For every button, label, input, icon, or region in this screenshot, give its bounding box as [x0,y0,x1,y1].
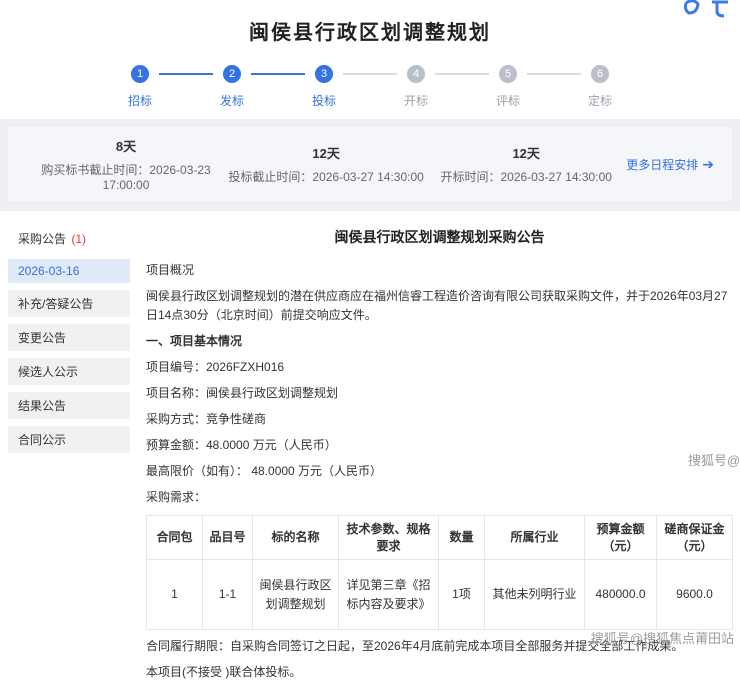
step-tender-circle: 1 [131,65,149,83]
step-issue-label: 发标 [220,92,244,109]
sidebar-item-label: 2026-03-16 [18,264,79,278]
step-opening[interactable]: 4 开标 [397,65,435,109]
bid-deadline-label: 投标截止时间： [228,170,312,184]
cell-item-number: 1-1 [203,560,253,630]
step-tender-label: 招标 [128,92,152,109]
sidebar-item-label: 合同公示 [18,433,66,447]
step-bid[interactable]: 3 投标 [305,65,343,109]
step-connector [159,73,213,75]
step-opening-label: 开标 [404,92,428,109]
step-connector [251,73,305,75]
cell-contract-package: 1 [147,560,203,630]
sidebar-item-candidate-publicity[interactable]: 候选人公示 [8,358,130,385]
cell-quantity: 1项 [439,560,485,630]
col-item-number: 品目号 [203,516,253,560]
field-project-number: 项目编号：2026FZXH016 [146,358,733,377]
table-header-row: 合同包 品目号 标的名称 技术参数、规格要求 数量 所属行业 预算金额 （元） … [147,516,733,560]
watermark-mid: 搜狐号@搜狐焦点莆田站 [688,450,740,469]
step-connector [343,73,397,75]
opening-days-remaining: 12天 [426,143,626,162]
step-evaluation-circle: 5 [499,65,517,83]
cell-tech-specs: 详见第三章《招标内容及要求》 [339,560,439,630]
cell-budget-yuan: 480000.0 [585,560,657,630]
col-tech-specs: 技术参数、规格要求 [339,516,439,560]
step-connector [435,73,489,75]
main-area: 采购公告 (1) 2026-03-16 补充/答疑公告 变更公告 候选人公示 结… [0,211,740,689]
col-budget-yuan: 预算金额 （元） [585,516,657,560]
more-schedule-label: 更多日程安排 [626,156,698,173]
col-subject-name: 标的名称 [253,516,339,560]
col-quantity: 数量 [439,516,485,560]
procurement-table: 合同包 品目号 标的名称 技术参数、规格要求 数量 所属行业 预算金额 （元） … [146,515,733,630]
sidebar-item-label: 候选人公示 [18,365,78,379]
step-evaluation-label: 评标 [496,92,520,109]
col-deposit-yuan: 磋商保证金 （元） [657,516,733,560]
sidebar-item-announcement-date[interactable]: 2026-03-16 [8,259,130,283]
field-project-name: 项目名称：闽侯县行政区划调整规划 [146,384,733,403]
sidebar-item-label: 变更公告 [18,331,66,345]
sidebar-item-label: 采购公告 [18,232,66,246]
sidebar-item-result-announcement[interactable]: 结果公告 [8,392,130,419]
overview-heading: 项目概况 [146,261,733,280]
field-procurement-demand: 采购需求： [146,488,733,507]
progress-stepper: 1 招标 2 发标 3 投标 4 开标 5 评标 6 定标 [0,45,740,119]
sidebar-item-procurement-announcement[interactable]: 采购公告 (1) [8,225,130,252]
step-opening-circle: 4 [407,65,425,83]
opening-time-text: 开标时间：2026-03-27 14:30:00 [426,168,626,185]
step-evaluation[interactable]: 5 评标 [489,65,527,109]
sidebar-item-label: 结果公告 [18,399,66,413]
bid-deadline-text: 投标截止时间：2026-03-27 14:30:00 [226,168,426,185]
cell-deposit-yuan: 9600.0 [657,560,733,630]
opening-time-value: 2026-03-27 14:30:00 [500,170,611,184]
sidebar-item-supplement-qa[interactable]: 补充/答疑公告 [8,290,130,317]
step-connector [527,73,581,75]
sidebar-item-change-announcement[interactable]: 变更公告 [8,324,130,351]
sidebar-item-label: 补充/答疑公告 [18,297,93,311]
step-tender[interactable]: 1 招标 [121,65,159,109]
page-title: 闽侯县行政区划调整规划 [0,16,740,45]
schedule-purchase-deadline: 8天 购买标书截止时间：2026-03-23 17:00:00 [26,136,226,192]
step-award-circle: 6 [591,65,609,83]
step-issue-circle: 2 [223,65,241,83]
page-header: 闽侯县行政区划调整规划 [0,0,740,45]
schedule-opening-time: 12天 开标时间：2026-03-27 14:30:00 [426,143,626,185]
bid-deadline-time: 2026-03-27 14:30:00 [312,170,423,184]
section1-heading: 一、项目基本情况 [146,332,733,351]
field-procurement-method: 采购方式：竞争性磋商 [146,410,733,429]
step-bid-label: 投标 [312,92,336,109]
purchase-days-remaining: 8天 [26,136,226,155]
step-award-label: 定标 [588,92,612,109]
consortium-bid-line: 本项目(不接受 )联合体投标。 [146,663,733,682]
schedule-bid-deadline: 12天 投标截止时间：2026-03-27 14:30:00 [226,143,426,185]
corner-logo-svg [680,0,736,20]
opening-time-label: 开标时间： [440,170,500,184]
overview-text: 闽侯县行政区划调整规划的潜在供应商应在福州信睿工程造价咨询有限公司获取采购文件，… [146,287,733,325]
sidebar: 采购公告 (1) 2026-03-16 补充/答疑公告 变更公告 候选人公示 结… [8,225,130,689]
corner-logo-icon [680,0,736,20]
arrow-right-icon: ➔ [702,156,714,173]
announcement-content: 闽侯县行政区划调整规划采购公告 项目概况 闽侯县行政区划调整规划的潜在供应商应在… [130,225,740,689]
purchase-deadline-text: 购买标书截止时间：2026-03-23 17:00:00 [26,161,226,192]
step-issue[interactable]: 2 发标 [213,65,251,109]
table-row: 1 1-1 闽侯县行政区划调整规划 详见第三章《招标内容及要求》 1项 其他未列… [147,560,733,630]
step-award[interactable]: 6 定标 [581,65,619,109]
col-contract-package: 合同包 [147,516,203,560]
announcement-title: 闽侯县行政区划调整规划采购公告 [146,227,733,247]
bid-days-remaining: 12天 [226,143,426,162]
more-schedule-link[interactable]: 更多日程安排 ➔ [626,156,714,173]
step-bid-circle: 3 [315,65,333,83]
field-budget-amount: 预算金额：48.0000 万元（人民币） [146,436,733,455]
watermark-bottom: 搜狐号@搜狐焦点莆田站 [591,628,734,647]
purchase-deadline-label: 购买标书截止时间： [41,163,149,177]
schedule-bar: 8天 购买标书截止时间：2026-03-23 17:00:00 12天 投标截止… [8,127,732,201]
col-industry: 所属行业 [485,516,585,560]
field-max-price: 最高限价（如有）： 48.0000 万元（人民币） [146,462,733,481]
cell-industry: 其他未列明行业 [485,560,585,630]
sidebar-item-contract-publicity[interactable]: 合同公示 [8,426,130,453]
cell-subject-name: 闽侯县行政区划调整规划 [253,560,339,630]
announcement-count-badge: (1) [71,232,86,246]
